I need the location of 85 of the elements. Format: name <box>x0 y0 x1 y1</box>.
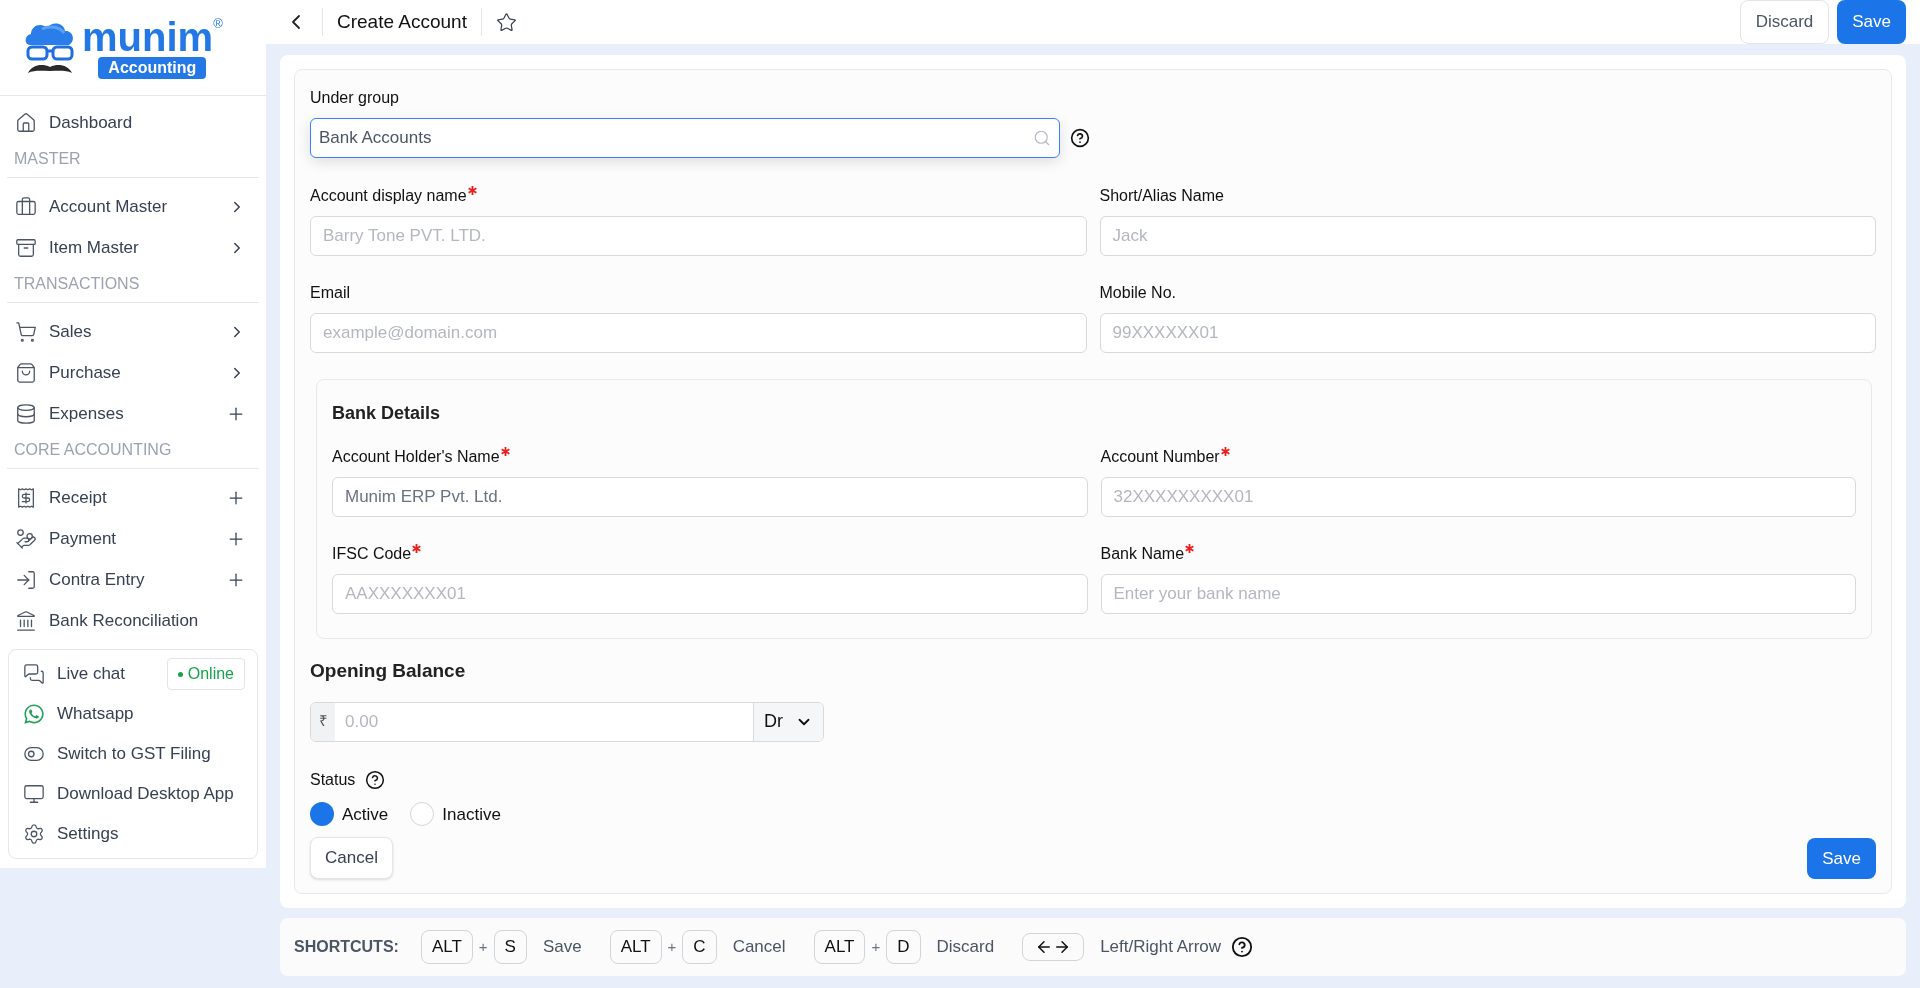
help-icon[interactable] <box>365 769 386 790</box>
field-label: Account display name <box>310 186 467 206</box>
field-label: Short/Alias Name <box>1099 186 1224 206</box>
amount-field[interactable]: ₹ 0.00 Dr <box>310 701 824 742</box>
plus-sign: + <box>667 936 677 957</box>
text-field[interactable]: Munim ERP Pvt. Ltd. <box>332 477 1088 517</box>
hand-coins-icon <box>15 527 37 550</box>
support-item[interactable]: Live chat Online <box>9 654 257 694</box>
text-field[interactable]: 99XXXXXX01 <box>1099 313 1876 353</box>
field-label: Under group <box>310 88 400 108</box>
page-title: Create Account <box>337 9 467 34</box>
logo-tagline: Accounting <box>98 56 207 79</box>
save-button[interactable]: Save <box>1807 838 1876 879</box>
cart-icon <box>15 320 37 343</box>
section-heading: MASTER <box>14 150 81 167</box>
support-item[interactable]: Whatsapp <box>9 694 257 734</box>
sidebar-item[interactable]: Contra Entry <box>0 559 266 600</box>
plus-sign: + <box>871 936 881 957</box>
search-icon <box>1033 129 1051 147</box>
save-button[interactable]: Save <box>1837 0 1906 44</box>
key-cap: ALT <box>420 930 473 964</box>
section-title: Opening Balance <box>310 659 467 683</box>
section-title: Bank Details <box>332 402 442 425</box>
key-cap: C <box>682 930 717 964</box>
registered-mark: ® <box>213 16 223 30</box>
settings-icon <box>23 823 45 845</box>
section-heading: CORE ACCOUNTING <box>14 441 172 458</box>
field-label: Bank Name <box>1100 544 1185 564</box>
arrow-keys-icon <box>1022 933 1085 961</box>
sidebar-item[interactable]: Dashboard <box>0 102 266 143</box>
sidebar-item[interactable]: Expenses <box>0 393 266 434</box>
field-label: Account Holder's Name <box>332 447 500 467</box>
database-icon <box>15 402 37 425</box>
sidebar-item[interactable]: Item Master <box>0 227 266 268</box>
text-field[interactable]: Enter your bank name <box>1100 574 1856 614</box>
field-label: IFSC Code <box>332 544 412 564</box>
sidebar-item[interactable]: Payment <box>0 518 266 559</box>
search-field[interactable]: Bank Accounts <box>310 118 1060 158</box>
text-field[interactable]: AAXXXXXXX01 <box>332 574 1088 614</box>
key-cap: D <box>886 930 921 964</box>
field-label: Account Number <box>1100 447 1220 467</box>
shortcuts-label: SHORTCUTS: <box>294 937 399 957</box>
shortcut-action: Discard <box>936 936 995 959</box>
sidebar-item[interactable]: Account Master <box>0 186 266 227</box>
chat-icon <box>23 663 45 685</box>
help-icon[interactable] <box>1231 936 1254 958</box>
field-label: Email <box>310 283 350 303</box>
key-cap: ALT <box>609 930 662 964</box>
support-item[interactable]: Settings <box>9 814 257 854</box>
whatsapp-icon <box>23 703 45 725</box>
text-field[interactable]: Jack <box>1099 216 1876 256</box>
field-label: Status <box>310 769 356 790</box>
shortcut-action: Cancel <box>732 936 786 959</box>
shopping-bag-icon <box>15 361 37 384</box>
shortcut-action: Save <box>542 936 582 959</box>
archive-box-icon <box>15 236 37 259</box>
radio-option[interactable]: Inactive <box>410 801 501 827</box>
monitor-icon <box>23 783 45 805</box>
sidebar-item[interactable]: Receipt <box>0 477 266 518</box>
key-cap: ALT <box>813 930 866 964</box>
house-icon <box>15 111 37 134</box>
briefcase-icon <box>15 195 37 218</box>
section-heading: TRANSACTIONS <box>14 275 140 292</box>
field-label: Mobile No. <box>1099 283 1176 303</box>
login-icon <box>15 568 37 591</box>
sidebar-item[interactable]: Sales <box>0 311 266 352</box>
text-field[interactable]: Barry Tone PVT. LTD. <box>310 216 1087 256</box>
radio-option[interactable]: Active <box>310 801 389 827</box>
sidebar-item[interactable]: Purchase <box>0 352 266 393</box>
key-cap: S <box>493 930 527 964</box>
status-badge: Online <box>166 658 245 690</box>
support-item[interactable]: Download Desktop App <box>9 774 257 814</box>
receipt-icon <box>15 486 37 509</box>
logo-wordmark: munim <box>82 16 214 57</box>
text-field[interactable]: 32XXXXXXXXX01 <box>1100 477 1856 517</box>
star-icon[interactable] <box>495 11 517 33</box>
cancel-button[interactable]: Cancel <box>310 837 393 879</box>
shortcut-action: Left/Right Arrow <box>1100 936 1222 959</box>
sidebar-item[interactable]: Bank Reconciliation <box>0 600 266 641</box>
support-item[interactable]: Switch to GST Filing <box>9 734 257 774</box>
help-icon[interactable] <box>1070 128 1090 148</box>
plus-sign: + <box>478 936 488 957</box>
discard-button[interactable]: Discard <box>1739 0 1830 44</box>
text-field[interactable]: example@domain.com <box>310 313 1087 353</box>
bank-icon <box>15 609 37 632</box>
